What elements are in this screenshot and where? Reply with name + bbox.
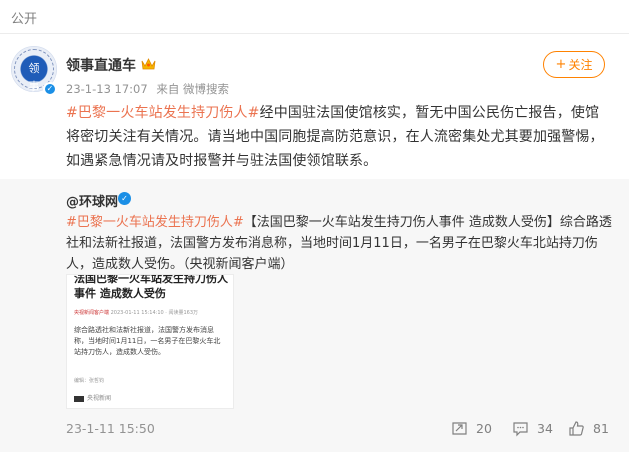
author-name[interactable]: 领事直通车 [66,55,136,75]
comment-icon [513,421,528,436]
like-count: 81 [593,420,609,436]
repost-card: @环球网 ✓ #巴黎一火车站发生持刀伤人#【法国巴黎一火车站发生持刀伤人事件 造… [0,179,629,452]
repost-icon [452,421,467,435]
article-body: 综合路透社和法新社报道，法国警方发布消息称，当地时间1月11日，一名男子在巴黎火… [74,326,221,356]
cctv-logo-icon [74,395,84,402]
repost-user[interactable]: @环球网 [66,191,118,210]
repost-button[interactable]: 20 [451,417,492,439]
visibility-label: 公开 [11,12,38,27]
follow-label: 关注 [568,58,593,72]
repost-content: #巴黎一火车站发生持刀伤人#【法国巴黎一火车站发生持刀伤人事件 造成数人受伤】综… [66,212,614,275]
repost-hashtag[interactable]: #巴黎一火车站发生持刀伤人# [66,215,244,230]
like-icon [569,420,584,436]
repost-count: 20 [476,420,492,436]
post-content: #巴黎一火车站发生持刀伤人#经中国驻法国使馆核实，暂无中国公民伤亡报告，使馆将密… [66,101,611,173]
article-footer: 央视新闻 [74,393,111,402]
article-editor: 编辑：张哲钧 [74,378,105,384]
post-time[interactable]: 23-1-13 17:07 [66,82,148,96]
visibility-bar: 公开 [0,0,629,34]
avatar-text: 领事 [28,62,40,93]
article-title: 法国巴黎一火车站发生持刀伤人事件 造成数人受伤 [74,274,228,300]
article-thumbnail[interactable]: 法国巴黎一火车站发生持刀伤人事件 造成数人受伤 央视新闻客户端 2023-01-… [66,274,234,409]
crown-icon [141,58,156,70]
plus-icon: + [555,57,567,72]
article-source: 央视新闻客户端 2023-01-11 15:14:10 · 阅读量163万 [74,310,199,316]
post-hashtag[interactable]: #巴黎一火车站发生持刀伤人# [66,105,260,121]
like-button[interactable]: 81 [568,417,609,439]
repost-date[interactable]: 23-1-11 15:50 [66,421,155,436]
comment-button[interactable]: 34 [512,417,553,439]
post-source: 来自 微博搜索 [156,82,229,96]
follow-button[interactable]: + 关注 [543,51,605,78]
verified-icon: ✓ [43,82,57,96]
post-meta: 23-1-13 17:07 来自 微博搜索 [66,81,229,97]
comment-count: 34 [537,420,553,436]
repost-verified-icon: ✓ [118,192,131,205]
